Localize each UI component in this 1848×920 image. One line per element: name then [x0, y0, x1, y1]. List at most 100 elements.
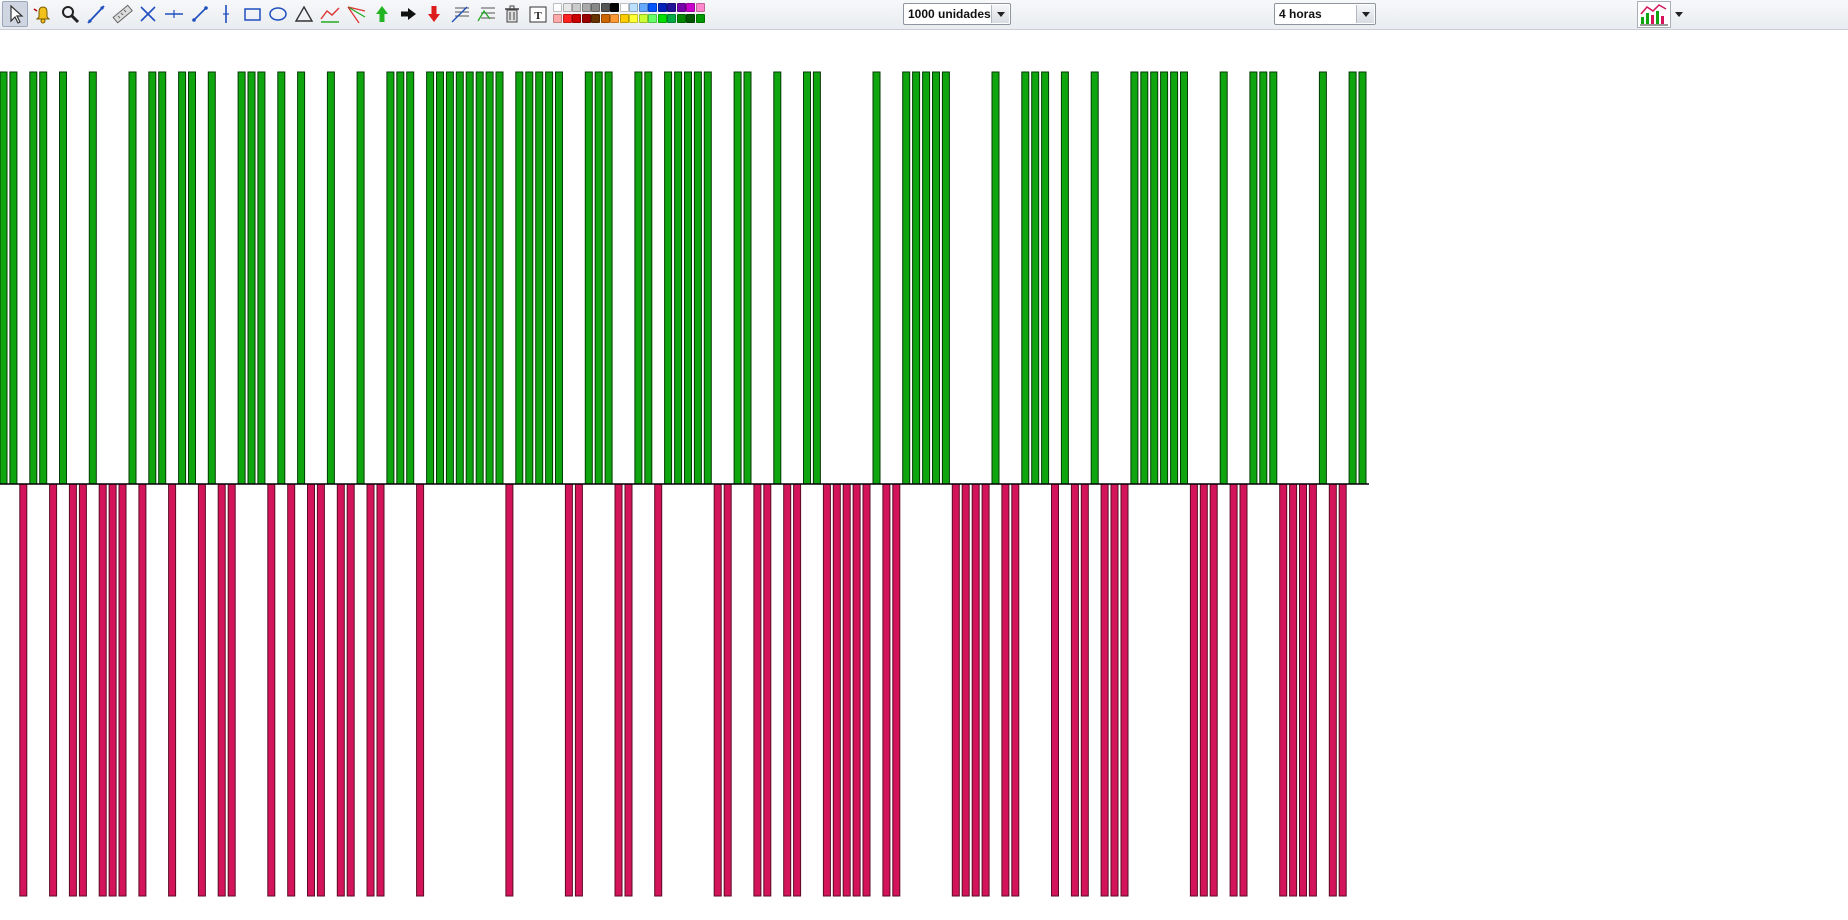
up-bar: [1219, 71, 1228, 485]
pointer-icon[interactable]: [2, 1, 28, 27]
color-swatch[interactable]: [572, 14, 581, 23]
down-bar: [1189, 483, 1198, 897]
down-bar: [842, 483, 851, 897]
alert-bell-icon[interactable]: [29, 1, 55, 27]
color-swatch[interactable]: [676, 3, 686, 12]
up-bar: [545, 71, 554, 485]
trend-line-icon[interactable]: [83, 1, 109, 27]
period-dropdown-arrow-icon[interactable]: [1356, 5, 1374, 23]
period-select[interactable]: 4 horas: [1274, 3, 1376, 25]
down-bar: [892, 483, 901, 897]
up-bar: [485, 71, 494, 485]
color-swatch[interactable]: [591, 3, 600, 12]
units-select[interactable]: 1000 unidades: [903, 3, 1011, 25]
color-swatch[interactable]: [667, 3, 676, 12]
up-bar: [396, 71, 405, 485]
down-bar: [1080, 483, 1089, 897]
down-bar: [961, 483, 970, 897]
color-swatch[interactable]: [600, 14, 610, 23]
down-bar: [822, 483, 831, 897]
color-swatch[interactable]: [619, 14, 629, 23]
down-bar: [168, 483, 177, 897]
color-swatch[interactable]: [553, 3, 562, 12]
color-swatch[interactable]: [686, 3, 695, 12]
zoom-icon[interactable]: [56, 1, 82, 27]
color-swatch[interactable]: [648, 3, 657, 12]
color-swatch[interactable]: [610, 14, 619, 23]
color-swatch[interactable]: [695, 3, 705, 12]
color-swatch[interactable]: [600, 3, 610, 12]
color-swatch[interactable]: [648, 14, 657, 23]
drawing-toolbar: T 1000 unidades 4 horas: [0, 0, 1848, 30]
color-swatch[interactable]: [553, 14, 562, 23]
chart-type-button[interactable]: [1637, 1, 1687, 28]
down-bar: [832, 483, 841, 897]
color-swatch[interactable]: [657, 3, 667, 12]
up-bar: [1090, 71, 1099, 485]
up-bar: [247, 71, 256, 485]
triangle-icon[interactable]: [291, 1, 317, 27]
down-bar: [98, 483, 107, 897]
up-bar: [1170, 71, 1179, 485]
up-bar: [535, 71, 544, 485]
color-swatch[interactable]: [657, 14, 667, 23]
fibonacci-icon[interactable]: [447, 1, 473, 27]
up-bar: [604, 71, 613, 485]
color-swatch[interactable]: [581, 14, 591, 23]
up-bar: [406, 71, 415, 485]
up-bar: [872, 71, 881, 485]
color-swatch[interactable]: [572, 3, 581, 12]
arrow-right-icon[interactable]: [395, 1, 421, 27]
period-select-value: 4 horas: [1279, 7, 1322, 21]
color-swatch[interactable]: [619, 3, 629, 12]
arrow-up-icon[interactable]: [369, 1, 395, 27]
color-swatch[interactable]: [676, 14, 686, 23]
up-bar: [158, 71, 167, 485]
up-bar: [59, 71, 67, 485]
up-bar: [912, 71, 921, 485]
up-bar: [922, 71, 931, 485]
chart-type-dropdown-icon[interactable]: [1673, 1, 1685, 28]
up-bar: [297, 71, 306, 485]
up-bar: [584, 71, 593, 485]
color-swatch[interactable]: [638, 3, 648, 12]
up-bar: [594, 71, 603, 485]
ruler-icon[interactable]: [109, 1, 135, 27]
color-swatch[interactable]: [695, 14, 705, 23]
fibonacci-extension-icon[interactable]: [473, 1, 499, 27]
up-bar: [1249, 71, 1258, 485]
color-swatch[interactable]: [667, 14, 676, 23]
up-bar: [803, 71, 811, 485]
color-swatch[interactable]: [562, 3, 572, 12]
trash-icon[interactable]: [499, 1, 525, 27]
down-bar: [1289, 483, 1298, 897]
rectangle-icon[interactable]: [239, 1, 265, 27]
horizontal-line-icon[interactable]: [161, 1, 187, 27]
down-bar: [346, 483, 355, 897]
up-bar: [1060, 71, 1069, 485]
color-swatch[interactable]: [591, 14, 600, 23]
text-tool-icon[interactable]: T: [525, 1, 551, 27]
color-swatch[interactable]: [610, 3, 619, 12]
color-swatch[interactable]: [581, 3, 591, 12]
up-bar: [455, 71, 464, 485]
color-swatch[interactable]: [686, 14, 695, 23]
color-swatch[interactable]: [638, 14, 648, 23]
vertical-line-icon[interactable]: [213, 1, 239, 27]
ellipse-icon[interactable]: [265, 1, 291, 27]
ray-line-icon[interactable]: [135, 1, 161, 27]
channel-icon[interactable]: [317, 1, 343, 27]
up-bar: [29, 71, 38, 485]
up-bar: [932, 71, 940, 485]
down-bar: [1209, 483, 1218, 897]
segment-line-icon[interactable]: [187, 1, 213, 27]
units-dropdown-arrow-icon[interactable]: [991, 5, 1009, 23]
color-palette: [553, 3, 705, 25]
color-swatch[interactable]: [629, 3, 638, 12]
color-swatch[interactable]: [562, 14, 572, 23]
up-bar: [1021, 71, 1030, 485]
color-swatch[interactable]: [629, 14, 638, 23]
arrow-down-icon[interactable]: [421, 1, 447, 27]
fan-icon[interactable]: [343, 1, 369, 27]
down-bar: [1110, 483, 1119, 897]
